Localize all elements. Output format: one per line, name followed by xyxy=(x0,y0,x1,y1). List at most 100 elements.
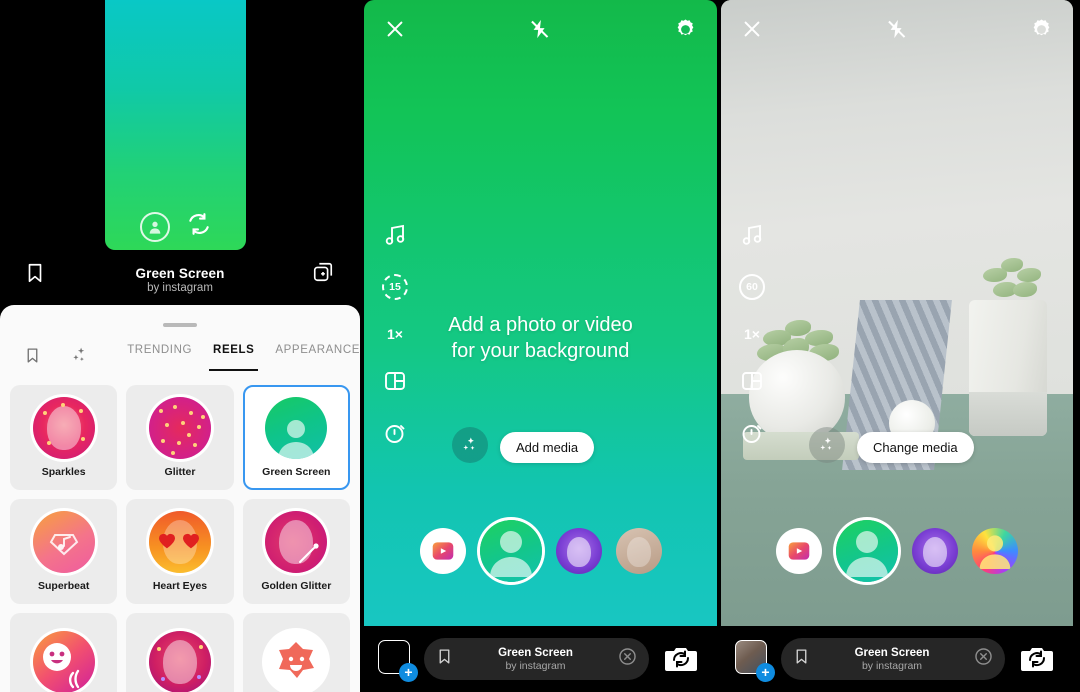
music-note-icon[interactable] xyxy=(739,222,765,248)
person-icon xyxy=(841,525,893,582)
gallery-button[interactable]: + xyxy=(735,640,775,682)
bookmark-icon[interactable] xyxy=(793,647,810,671)
effect-tile-label: Glitter xyxy=(164,466,196,478)
effect-reels[interactable] xyxy=(419,528,466,574)
camera-topbar xyxy=(721,0,1073,58)
flip-camera-icon[interactable] xyxy=(659,640,703,678)
effect-tile-heart-eyes[interactable]: Heart Eyes xyxy=(126,499,234,604)
effect-tile-superbeat[interactable]: Superbeat xyxy=(10,499,118,604)
bookmark-icon[interactable] xyxy=(24,261,46,290)
effect-carousel xyxy=(721,520,1073,582)
effect-tile-glitter[interactable]: Glitter xyxy=(126,385,234,490)
effect-gem[interactable] xyxy=(555,528,602,574)
effects-grid: Sparkles Glitter Green Screen Superbeat … xyxy=(0,377,360,692)
effect-gem[interactable] xyxy=(912,528,958,574)
panel-camera-empty: 15 1× Add a photo or video for your back… xyxy=(364,0,717,692)
effect-thumbnail xyxy=(148,631,211,692)
effect-tile-label: Superbeat xyxy=(37,580,90,592)
effect-tile-golden-glitter[interactable]: Golden Glitter xyxy=(242,499,350,604)
panel-camera-photo: 60 1× Change media + Green Screen by ins… xyxy=(721,0,1073,692)
speed-button[interactable]: 1× xyxy=(744,326,760,342)
gear-icon[interactable] xyxy=(674,18,697,41)
tab-reels[interactable]: REELS xyxy=(209,344,259,371)
close-circle-icon[interactable] xyxy=(974,647,993,671)
effect-tile-label: Sparkles xyxy=(41,466,86,478)
camera-topbar xyxy=(364,0,717,58)
effect-thumbnail xyxy=(265,511,328,573)
gear-icon[interactable] xyxy=(1030,18,1053,41)
effect-green-screen[interactable] xyxy=(479,520,542,582)
effect-face[interactable] xyxy=(615,528,662,574)
camera-tool-rail: 60 1× xyxy=(739,222,765,446)
tab-bookmark-icon[interactable] xyxy=(24,346,70,365)
flash-off-icon[interactable] xyxy=(529,17,551,41)
effect-tile-row3-3[interactable] xyxy=(242,613,350,692)
duration-value: 15 xyxy=(389,281,401,293)
tab-sparkles-icon[interactable] xyxy=(70,346,116,365)
effects-sheet: TRENDING REELS APPEARANCE Sparkles Glitt… xyxy=(0,305,360,692)
panel-effects-browser: Green Screen by instagram TRENDING REELS… xyxy=(0,0,360,692)
bookmark-icon[interactable] xyxy=(436,647,453,671)
effect-tile-row3-1[interactable] xyxy=(10,613,118,692)
person-icon xyxy=(976,531,1014,574)
sheet-tabbar: TRENDING REELS APPEARANCE xyxy=(0,333,360,377)
gallery-plus-badge[interactable]: + xyxy=(756,663,775,682)
duration-button[interactable]: 60 xyxy=(739,274,765,300)
tab-trending[interactable]: TRENDING xyxy=(127,344,192,365)
effect-name: Green Screen xyxy=(854,646,930,659)
sparkles-icon[interactable] xyxy=(809,427,845,463)
camera-hint: Add a photo or video for your background xyxy=(364,312,717,365)
camera-viewport[interactable]: 15 1× Add a photo or video for your back… xyxy=(364,0,717,626)
timer-icon[interactable] xyxy=(382,420,408,446)
layout-grid-icon[interactable] xyxy=(739,368,765,394)
flip-camera-icon[interactable] xyxy=(1015,640,1059,678)
sparkles-icon[interactable] xyxy=(452,427,488,463)
effect-reels[interactable] xyxy=(776,528,822,574)
effect-author: by instagram xyxy=(505,659,566,672)
change-media-tooltip[interactable]: Change media xyxy=(857,432,974,463)
effect-tile-label: Golden Glitter xyxy=(261,580,332,592)
duration-button[interactable]: 15 xyxy=(382,274,408,300)
close-circle-icon[interactable] xyxy=(618,647,637,671)
camera-bottombar: + Green Screen by instagram xyxy=(364,626,717,692)
effect-author: by instagram xyxy=(861,659,923,672)
effect-tile-sparkles[interactable]: Sparkles xyxy=(10,385,118,490)
add-media-tooltip[interactable]: Add media xyxy=(500,432,595,463)
timer-icon[interactable] xyxy=(739,420,765,446)
effect-tile-label: Heart Eyes xyxy=(152,580,208,592)
effect-pill[interactable]: Green Screen by instagram xyxy=(781,638,1005,680)
gallery-plus-badge[interactable]: + xyxy=(399,663,418,682)
layout-grid-icon[interactable] xyxy=(382,368,408,394)
effect-tile-label: Green Screen xyxy=(262,466,331,478)
effect-thumbnail xyxy=(265,631,328,692)
effect-thumbnail xyxy=(148,511,211,573)
effect-carousel xyxy=(364,520,717,582)
music-note-icon[interactable] xyxy=(382,222,408,248)
person-icon xyxy=(274,415,318,459)
add-to-collection-icon[interactable] xyxy=(312,261,334,288)
effect-thumbnail xyxy=(148,397,211,459)
effect-tile-row3-2[interactable] xyxy=(126,613,234,692)
tab-appearance[interactable]: APPEARANCE xyxy=(275,344,360,365)
camera-viewport[interactable]: 60 1× Change media xyxy=(721,0,1073,626)
effect-green-screen[interactable] xyxy=(836,520,898,582)
screenshot-stage: Green Screen by instagram TRENDING REELS… xyxy=(0,0,1080,692)
effect-tile-green-screen[interactable]: Green Screen xyxy=(242,385,350,490)
effect-pill[interactable]: Green Screen by instagram xyxy=(424,638,649,680)
gallery-button[interactable]: + xyxy=(378,640,418,682)
person-circle-icon[interactable] xyxy=(139,211,170,242)
sheet-tabs: TRENDING REELS APPEARANCE xyxy=(127,344,360,371)
sheet-grabber[interactable] xyxy=(163,323,197,327)
close-icon[interactable] xyxy=(384,18,406,40)
effect-thumbnail xyxy=(32,397,95,459)
hint-line-2: for your background xyxy=(451,340,630,363)
swap-camera-icon[interactable] xyxy=(186,211,212,242)
effect-preview-card[interactable] xyxy=(105,0,246,250)
flash-off-icon[interactable] xyxy=(886,17,908,41)
effect-titles: Green Screen by instagram xyxy=(0,266,360,294)
effect-rainbow[interactable] xyxy=(972,528,1018,574)
page-title: Green Screen xyxy=(135,266,225,281)
camera-bottombar: + Green Screen by instagram xyxy=(721,626,1073,692)
close-icon[interactable] xyxy=(741,18,763,40)
effect-author: by instagram xyxy=(147,282,213,294)
